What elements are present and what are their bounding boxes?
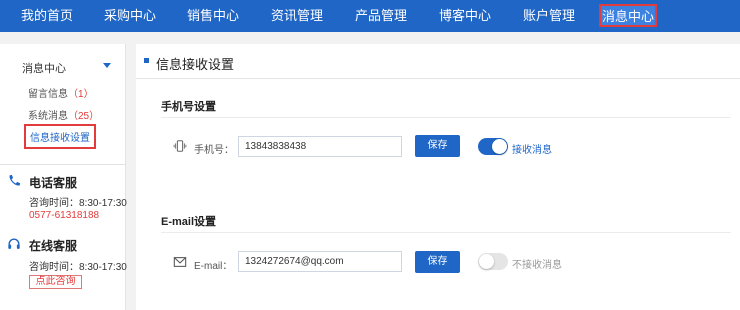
sidebar-item-label: 系统消息 xyxy=(28,111,68,122)
headset-icon xyxy=(8,238,20,249)
nav-blog[interactable]: 博客中心 xyxy=(430,0,500,32)
nav-account[interactable]: 账户管理 xyxy=(514,0,584,32)
section-divider xyxy=(161,117,731,118)
chevron-down-icon[interactable] xyxy=(103,63,111,68)
email-input[interactable] xyxy=(238,251,402,272)
nav-news[interactable]: 资讯管理 xyxy=(262,0,332,32)
phone-toggle-label: 接收消息 xyxy=(512,145,552,156)
sidebar-item-receive-settings[interactable]: 信息接收设置 xyxy=(24,124,96,149)
main-header: 信息接收设置 xyxy=(136,44,740,79)
sidebar-item-system[interactable]: 系统消息（25） xyxy=(28,107,99,122)
save-phone-button[interactable]: 保存 xyxy=(415,135,460,157)
toggle-knob xyxy=(479,254,494,269)
nav-sales[interactable]: 销售中心 xyxy=(178,0,248,32)
title-marker xyxy=(144,58,149,63)
email-toggle-label: 不接收消息 xyxy=(512,260,562,271)
message-count: 1 xyxy=(78,89,84,100)
phone-receive-toggle[interactable] xyxy=(478,138,508,155)
toggle-knob xyxy=(492,139,507,154)
consult-button[interactable]: 点此咨询 xyxy=(29,275,82,289)
nav-products[interactable]: 产品管理 xyxy=(346,0,416,32)
system-count: 25 xyxy=(78,111,90,122)
nav-purchase[interactable]: 采购中心 xyxy=(95,0,165,32)
top-nav: 我的首页 采购中心 销售中心 资讯管理 产品管理 博客中心 账户管理 消息中心 xyxy=(0,0,740,32)
nav-home[interactable]: 我的首页 xyxy=(12,0,82,32)
section-divider xyxy=(161,232,731,233)
page-title: 信息接收设置 xyxy=(156,57,235,72)
nav-messages[interactable]: 消息中心 xyxy=(599,4,657,27)
phone-label: 手机号： xyxy=(194,145,234,156)
online-service-title: 在线客服 xyxy=(29,239,78,253)
phone-number: 0577-61318188 xyxy=(29,210,100,221)
envelope-icon xyxy=(173,257,187,267)
main-panel: 信息接收设置 手机号设置 手机号： 保存 接收消息 E-mail设置 E-mai… xyxy=(136,44,740,310)
phone-service-hours: 咨询时间：8:30-17:30 xyxy=(29,198,127,209)
phone-service-title: 电话客服 xyxy=(29,176,78,190)
sidebar-item-messages[interactable]: 留言信息（1） xyxy=(28,85,94,100)
email-receive-toggle[interactable] xyxy=(478,253,508,270)
phone-input[interactable] xyxy=(238,136,402,157)
sidebar-item-label: 信息接收设置 xyxy=(30,133,90,144)
phone-icon xyxy=(9,174,21,186)
save-email-button[interactable]: 保存 xyxy=(415,251,460,273)
email-section-title: E-mail设置 xyxy=(161,216,217,228)
phone-vibrate-icon xyxy=(173,140,187,152)
phone-section-title: 手机号设置 xyxy=(161,101,216,113)
online-service-hours: 咨询时间：8:30-17:30 xyxy=(29,262,127,273)
sidebar: 消息中心 留言信息（1） 系统消息（25） 信息接收设置 电话客服 咨询时间：8… xyxy=(0,44,127,310)
sidebar-divider xyxy=(0,164,125,165)
sidebar-header[interactable]: 消息中心 xyxy=(22,60,66,76)
email-label: E-mail： xyxy=(194,261,233,272)
sidebar-item-label: 留言信息 xyxy=(28,89,68,100)
